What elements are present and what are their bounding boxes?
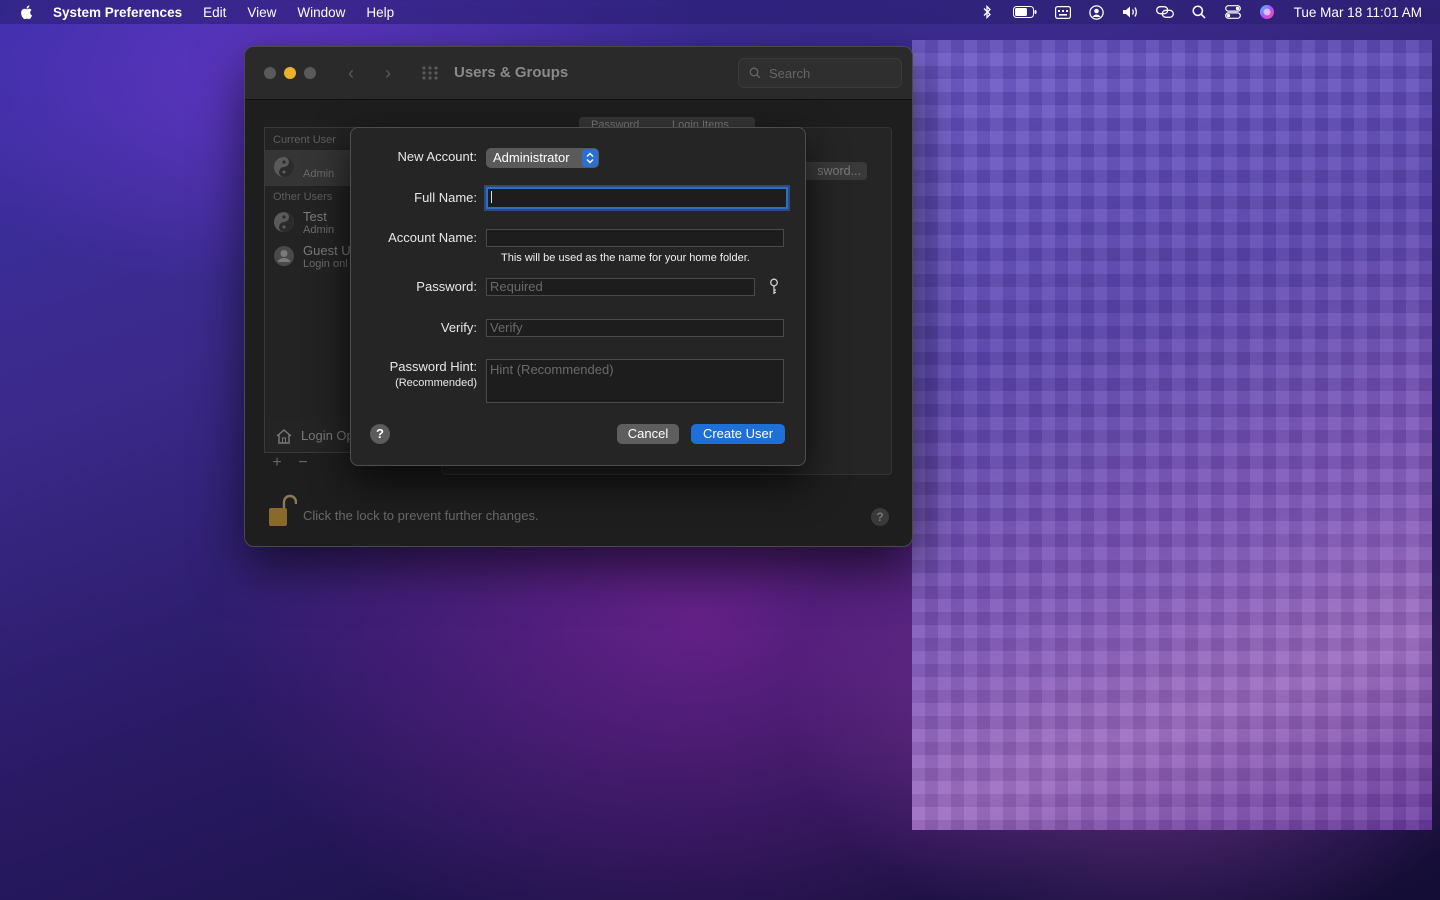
house-icon [276, 429, 292, 444]
account-type-value: Administrator [493, 150, 570, 165]
apple-menu-icon[interactable] [19, 4, 35, 20]
password-label: Password: [416, 279, 477, 294]
siri-icon[interactable] [1258, 4, 1276, 20]
account-type-popup[interactable]: Administrator [486, 148, 599, 168]
change-password-button[interactable]: sword... [801, 162, 867, 180]
verify-label: Verify: [440, 320, 477, 335]
bluetooth-icon[interactable] [978, 4, 996, 20]
window-help-button[interactable]: ? [871, 508, 889, 526]
add-user-button[interactable]: + [264, 453, 290, 473]
account-name-field[interactable] [486, 229, 784, 247]
forward-arrow-icon[interactable]: › [378, 63, 398, 83]
unlocked-lock-icon[interactable] [267, 494, 297, 528]
full-name-field[interactable] [486, 187, 788, 209]
search-icon [749, 67, 761, 79]
volume-icon[interactable] [1122, 4, 1140, 20]
user-role: Login onl [303, 258, 348, 270]
yin-yang-avatar-icon [274, 157, 294, 177]
search-placeholder: Search [769, 65, 811, 81]
menu-view[interactable]: View [247, 5, 276, 20]
current-user-header: Current User [273, 134, 336, 146]
password-field[interactable]: Required [486, 278, 755, 296]
menu-bar: System Preferences Edit View Window Help [0, 0, 1440, 24]
password-placeholder: Required [490, 279, 543, 294]
verify-placeholder: Verify [490, 320, 523, 335]
password-hint-label: Password Hint: [389, 359, 477, 374]
text-caret [491, 191, 492, 203]
key-icon[interactable] [767, 278, 781, 296]
full-name-label: Full Name: [414, 190, 477, 205]
show-all-grid-icon[interactable] [421, 65, 439, 81]
guest-avatar-icon [274, 246, 294, 266]
screen-mirroring-icon[interactable] [1155, 4, 1174, 20]
other-users-header: Other Users [273, 191, 333, 203]
password-hint-field[interactable]: Hint (Recommended) [486, 359, 784, 403]
account-name-hint: This will be used as the name for your h… [501, 252, 750, 264]
status-area: Tue Mar 18 11:01 AM [962, 0, 1422, 24]
menu-window[interactable]: Window [297, 5, 345, 20]
cancel-button[interactable]: Cancel [617, 424, 679, 444]
menu-app-name[interactable]: System Preferences [53, 5, 182, 20]
menu-clock[interactable]: Tue Mar 18 11:01 AM [1294, 5, 1422, 20]
control-center-icon[interactable] [1224, 4, 1242, 20]
account-name-label: Account Name: [388, 230, 477, 245]
remove-user-button[interactable]: − [290, 453, 316, 473]
back-arrow-icon[interactable]: ‹ [341, 63, 361, 83]
create-user-button[interactable]: Create User [691, 424, 785, 444]
user-name: Guest U [303, 243, 351, 258]
zoom-window-button[interactable] [304, 67, 316, 79]
new-account-sheet: New Account: Administrator Full Name: Ac… [350, 127, 806, 466]
sheet-help-button[interactable]: ? [370, 424, 390, 444]
window-title: Users & Groups [454, 64, 569, 81]
close-window-button[interactable] [264, 67, 276, 79]
login-options-label: Login Op [301, 428, 354, 443]
menu-edit[interactable]: Edit [203, 5, 226, 20]
pixelated-region [912, 40, 1432, 830]
window-titlebar: ‹ › Users & Groups Search [245, 47, 912, 100]
spotlight-search-icon[interactable] [1190, 4, 1208, 20]
verify-field[interactable]: Verify [486, 319, 784, 337]
password-hint-sublabel: (Recommended) [395, 377, 477, 389]
new-account-label: New Account: [397, 149, 478, 164]
menu-help[interactable]: Help [366, 5, 394, 20]
user-account-icon[interactable] [1088, 4, 1106, 20]
user-role: Admin [303, 224, 335, 236]
preferences-search-field[interactable]: Search [738, 58, 902, 88]
keyboard-input-icon[interactable] [1054, 4, 1072, 20]
minimize-window-button[interactable] [284, 67, 296, 79]
battery-icon[interactable] [1012, 4, 1038, 20]
lock-hint-text: Click the lock to prevent further change… [303, 508, 539, 523]
user-name: Test [303, 209, 327, 224]
yin-yang-avatar-icon [274, 212, 294, 232]
user-role: Admin [303, 168, 335, 180]
hint-placeholder: Hint (Recommended) [490, 362, 614, 377]
chevron-up-down-icon [582, 149, 598, 167]
